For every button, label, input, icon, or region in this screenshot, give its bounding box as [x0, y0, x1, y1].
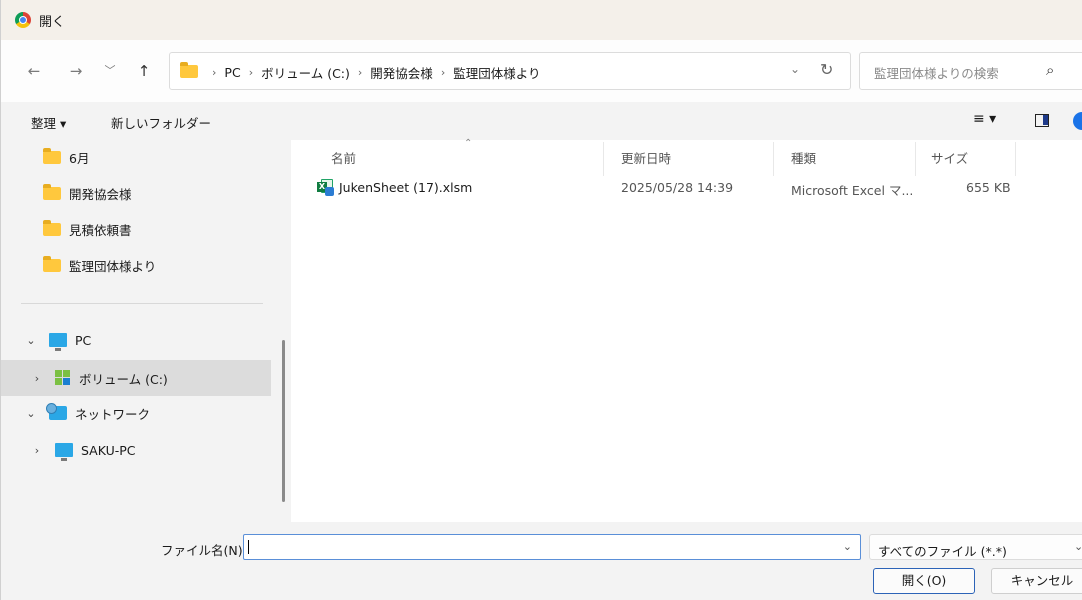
drive-icon [55, 370, 71, 386]
window-title: 開く [39, 14, 66, 30]
sidebar-item-label: SAKU-PC [81, 442, 136, 458]
file-type-filter-value: すべてのファイル (*.*) [878, 544, 1007, 559]
recent-locations-chevron-icon[interactable]: ﹀ [99, 60, 121, 82]
divider [21, 303, 263, 304]
column-header-size[interactable]: サイズ [931, 148, 968, 167]
navigation-bar: ← → ﹀ ↑ › PC › ボリューム (C:) › 開発協会様 › 監理団体… [1, 40, 1082, 102]
search-icon: ⌕ [1046, 61, 1055, 79]
file-size: 655 KB [966, 180, 1011, 195]
sidebar-item-mitsumori[interactable]: 見積依頼書 [43, 212, 132, 246]
file-type-filter[interactable]: すべてのファイル (*.*) ⌄ [869, 534, 1082, 560]
breadcrumb-separator-icon: › [357, 66, 363, 79]
sidebar-item-volume-c[interactable]: › ボリューム (C:) [31, 361, 168, 395]
breadcrumb: › PC › ボリューム (C:) › 開発協会様 › 監理団体様より [204, 63, 540, 82]
help-icon[interactable] [1073, 112, 1082, 130]
excel-file-icon: X [317, 179, 334, 196]
address-history-chevron-icon[interactable]: ⌄ [790, 62, 800, 76]
collapsed-chevron-icon[interactable]: › [31, 444, 43, 457]
column-header-type[interactable]: 種類 [791, 148, 816, 167]
title-bar: 開く [1, 0, 1082, 40]
column-separator[interactable] [773, 142, 774, 176]
column-separator[interactable] [915, 142, 916, 176]
command-bar: 整理 ▾ 新しいフォルダー ≡ ▾ [1, 102, 1082, 140]
collapsed-chevron-icon[interactable]: › [31, 372, 43, 385]
sidebar-item-label: 6月 [69, 150, 90, 166]
filename-label: ファイル名(N): [161, 543, 247, 558]
cancel-button[interactable]: キャンセル [991, 568, 1082, 594]
breadcrumb-separator-icon: › [212, 66, 217, 79]
text-caret [248, 540, 249, 554]
search-input[interactable]: 監理団体様よりの検索 ⌕ [859, 52, 1082, 90]
folder-icon [43, 255, 61, 272]
navigation-pane: 6月 開発協会様 見積依頼書 監理団体様より ⌄ PC › ボリューム (C:)… [1, 140, 291, 522]
open-file-dialog: 開く ← → ﹀ ↑ › PC › ボリューム (C:) › 開発協会様 › 監… [0, 0, 1082, 600]
back-arrow-icon[interactable]: ← [23, 60, 45, 82]
filename-input[interactable]: ⌄ [243, 534, 861, 560]
column-header-name[interactable]: 名前 [331, 148, 356, 167]
breadcrumb-kaihatsu[interactable]: 開発協会様 [370, 63, 433, 82]
view-options-icon[interactable]: ≡ ▾ [973, 111, 996, 127]
scrollbar[interactable] [282, 340, 285, 502]
sidebar-item-label: ボリューム (C:) [79, 371, 168, 387]
folder-icon [43, 183, 61, 200]
sidebar-item-kaihatsu[interactable]: 開発協会様 [43, 176, 132, 210]
breadcrumb-separator-icon: › [440, 66, 446, 79]
folder-icon [43, 219, 61, 236]
file-type: Microsoft Excel マ... [791, 183, 914, 198]
computer-icon [49, 333, 67, 351]
expanded-chevron-icon[interactable]: ⌄ [25, 334, 37, 347]
column-separator[interactable] [603, 142, 604, 176]
new-folder-button[interactable]: 新しいフォルダー [111, 113, 211, 132]
preview-pane-icon[interactable] [1035, 114, 1049, 127]
expanded-chevron-icon[interactable]: ⌄ [25, 407, 37, 420]
sidebar-item-kanri[interactable]: 監理団体様より [43, 248, 156, 282]
dialog-footer: ファイル名(N): ⌄ すべてのファイル (*.*) ⌄ 開く(O) キャンセル [1, 522, 1082, 600]
file-name: JukenSheet (17).xlsm [339, 180, 473, 195]
column-separator[interactable] [1015, 142, 1016, 176]
breadcrumb-volume-c[interactable]: ボリューム (C:) [261, 63, 350, 82]
address-bar[interactable]: › PC › ボリューム (C:) › 開発協会様 › 監理団体様より ⌄ ↻ [169, 52, 851, 90]
network-icon [46, 403, 67, 420]
sidebar-item-label: 監理団体様より [69, 258, 157, 274]
sidebar-item-label: PC [75, 332, 92, 348]
chrome-icon [15, 12, 31, 28]
sidebar-item-label: 見積依頼書 [69, 222, 132, 238]
sidebar-item-label: ネットワーク [75, 406, 151, 422]
sort-ascending-icon: ⌃ [464, 138, 473, 149]
sidebar-item-6gatsu[interactable]: 6月 [43, 140, 89, 174]
forward-arrow-icon[interactable]: → [65, 60, 87, 82]
file-list: 名前 ⌃ 更新日時 種類 サイズ X JukenSheet (17).xlsm … [291, 138, 1082, 522]
sidebar-item-pc[interactable]: ⌄ PC [25, 323, 91, 357]
computer-icon [55, 443, 73, 461]
breadcrumb-pc[interactable]: PC [224, 65, 240, 80]
search-placeholder: 監理団体様よりの検索 [874, 66, 999, 81]
breadcrumb-current-folder[interactable]: 監理団体様より [453, 63, 540, 82]
organize-button[interactable]: 整理 ▾ [31, 113, 66, 132]
chevron-down-icon[interactable]: ⌄ [843, 540, 852, 553]
folder-icon [180, 62, 198, 78]
sidebar-item-saku-pc[interactable]: › SAKU-PC [31, 433, 136, 467]
file-modified: 2025/05/28 14:39 [621, 180, 734, 195]
sidebar-item-label: 開発協会様 [69, 186, 132, 202]
up-arrow-icon[interactable]: ↑ [133, 60, 155, 82]
breadcrumb-separator-icon: › [248, 66, 254, 79]
column-header-modified[interactable]: 更新日時 [621, 148, 671, 167]
open-button[interactable]: 開く(O) [873, 568, 975, 594]
table-row[interactable]: X JukenSheet (17).xlsm 2025/05/28 14:39 … [313, 176, 1033, 200]
chevron-down-icon: ⌄ [1074, 540, 1082, 553]
sidebar-item-network[interactable]: ⌄ ネットワーク [25, 396, 150, 430]
folder-icon [43, 147, 61, 164]
refresh-icon[interactable]: ↻ [820, 60, 833, 79]
